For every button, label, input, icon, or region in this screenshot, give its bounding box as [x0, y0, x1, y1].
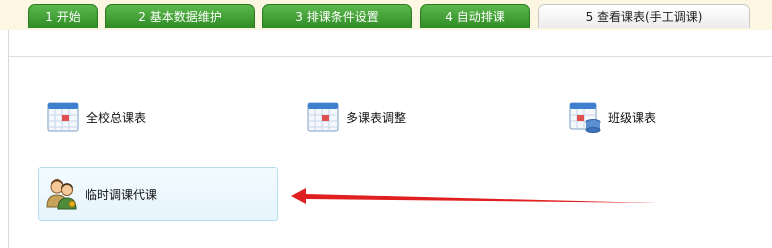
red-arrow-annotation: [291, 188, 658, 204]
